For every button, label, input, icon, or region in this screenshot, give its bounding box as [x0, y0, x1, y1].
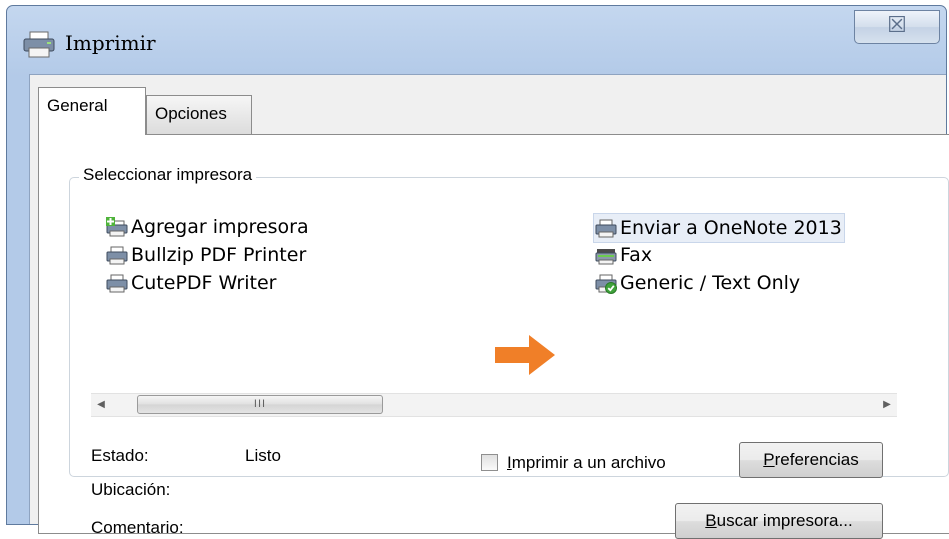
- print-to-file-label-rest: mprimir a un archivo: [511, 453, 666, 472]
- title-bar[interactable]: Imprimir ☒: [7, 6, 946, 76]
- printer-item-agregar[interactable]: Agregar impresora: [105, 213, 309, 241]
- printer-item-bullzip[interactable]: Bullzip PDF Printer: [105, 241, 306, 269]
- scrollbar-thumb[interactable]: III: [137, 395, 383, 414]
- tab-general-label: General: [47, 96, 108, 115]
- tab-opciones[interactable]: Opciones: [146, 95, 252, 134]
- printer-item-label: Enviar a OneNote 2013: [620, 217, 842, 239]
- close-button[interactable]: ☒: [854, 10, 940, 44]
- general-tab-panel: Seleccionar impresora Agregar impresora: [38, 134, 949, 539]
- select-printer-group-title: Seleccionar impresora: [79, 165, 257, 185]
- ubicacion-label: Ubicación:: [91, 480, 171, 499]
- printer-item-onenote[interactable]: Enviar a OneNote 2013: [593, 213, 845, 243]
- estado-label: Estado:: [91, 446, 149, 465]
- add-printer-icon: [105, 216, 129, 238]
- tab-general[interactable]: General: [38, 87, 146, 135]
- dialog-client-area: General Opciones Seleccionar impresora A…: [29, 74, 949, 539]
- tab-opciones-label: Opciones: [155, 104, 227, 123]
- preferencias-button[interactable]: Preferencias: [739, 442, 883, 478]
- printer-item-label: CutePDF Writer: [131, 272, 277, 294]
- printer-item-label: Fax: [620, 244, 653, 266]
- print-to-file-label[interactable]: Imprimir a un archivo: [507, 453, 666, 473]
- printer-item-fax[interactable]: Fax: [594, 241, 652, 269]
- buscar-label-rest: uscar impresora...: [716, 511, 853, 530]
- buscar-mnemonic: B: [705, 511, 717, 530]
- default-printer-icon: [594, 272, 618, 294]
- preferencias-mnemonic: P: [763, 450, 775, 469]
- preferencias-label-rest: referencias: [774, 450, 859, 469]
- print-dialog-window: Imprimir ☒ General Opciones Seleccionar …: [6, 5, 949, 539]
- orange-arrow-icon: [495, 335, 555, 375]
- scroll-right-icon[interactable]: ▶: [877, 394, 897, 416]
- scroll-left-icon[interactable]: ◀: [91, 394, 111, 416]
- printer-item-label: Bullzip PDF Printer: [131, 244, 307, 266]
- buscar-impresora-button[interactable]: Buscar impresora...: [675, 503, 883, 539]
- print-to-file-checkbox[interactable]: [481, 454, 498, 471]
- printer-item-generic[interactable]: Generic / Text Only: [594, 269, 800, 297]
- printer-item-label: Agregar impresora: [131, 216, 309, 238]
- comentario-label: Comentario:: [91, 518, 184, 537]
- printer-icon: [594, 217, 618, 239]
- printer-item-label: Generic / Text Only: [620, 272, 801, 294]
- printer-item-cutepdf[interactable]: CutePDF Writer: [105, 269, 276, 297]
- window-title: Imprimir: [65, 31, 156, 55]
- printer-list-scrollbar[interactable]: ◀ III ▶: [91, 393, 897, 417]
- printer-icon: [21, 30, 57, 65]
- printer-icon: [105, 272, 129, 294]
- estado-value: Listo: [245, 446, 281, 465]
- fax-icon: [594, 244, 618, 266]
- close-icon: ☒: [887, 13, 907, 38]
- printer-icon: [105, 244, 129, 266]
